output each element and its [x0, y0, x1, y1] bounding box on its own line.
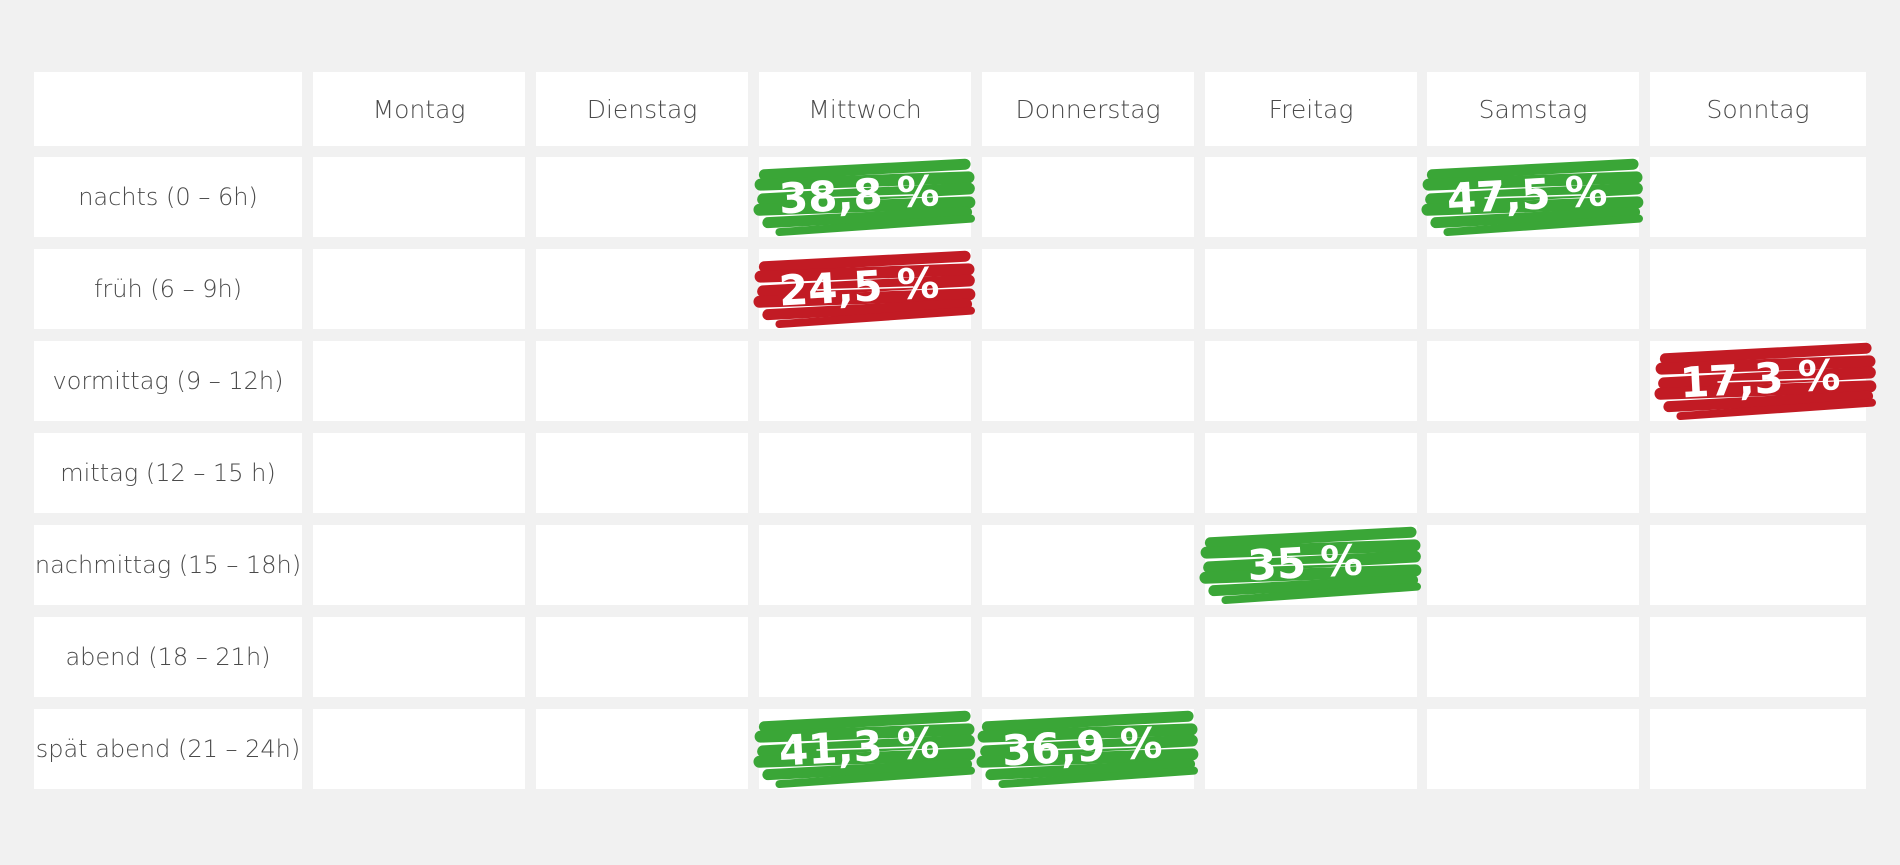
table-cell	[1205, 709, 1417, 789]
table-cell	[1427, 157, 1639, 237]
day-header: Freitag	[1205, 72, 1417, 146]
table-cell	[982, 617, 1194, 697]
table-cell	[313, 617, 525, 697]
table-cell	[536, 249, 748, 329]
day-header: Samstag	[1427, 72, 1639, 146]
table-cell	[1427, 525, 1639, 605]
row-label: nachmittag (15 – 18h)	[34, 525, 302, 605]
table-cell	[759, 709, 971, 789]
table-cell	[982, 525, 1194, 605]
table-cell	[313, 157, 525, 237]
day-header: Montag	[313, 72, 525, 146]
table-cell	[1650, 525, 1866, 605]
table-cell	[1650, 249, 1866, 329]
table-cell	[982, 249, 1194, 329]
day-header: Sonntag	[1650, 72, 1866, 146]
table-cell	[759, 249, 971, 329]
table-cell	[1427, 709, 1639, 789]
day-header: Donnerstag	[982, 72, 1194, 146]
table-cell	[759, 433, 971, 513]
table-cell	[1427, 433, 1639, 513]
table-cell	[536, 617, 748, 697]
table-cell	[536, 709, 748, 789]
table-cell	[759, 157, 971, 237]
table-cell	[1427, 249, 1639, 329]
row-label: mittag (12 – 15 h)	[34, 433, 302, 513]
table-cell	[313, 341, 525, 421]
table-cell	[1650, 617, 1866, 697]
table-cell	[1205, 341, 1417, 421]
table-cell	[536, 433, 748, 513]
table-cell	[1427, 341, 1639, 421]
table-cell	[313, 709, 525, 789]
table-cell	[982, 709, 1194, 789]
table-cell	[1205, 157, 1417, 237]
table-cell	[536, 157, 748, 237]
table-cell	[313, 249, 525, 329]
table-cell	[1205, 617, 1417, 697]
table-cell	[1650, 709, 1866, 789]
table-cell	[1650, 157, 1866, 237]
row-label: abend (18 – 21h)	[34, 617, 302, 697]
table-cell	[1205, 525, 1417, 605]
table-cell	[759, 341, 971, 421]
table-cell	[536, 525, 748, 605]
row-label: spät abend (21 – 24h)	[34, 709, 302, 789]
table-cell	[1427, 617, 1639, 697]
table-cell	[536, 341, 748, 421]
table-cell	[982, 341, 1194, 421]
table-cell	[313, 525, 525, 605]
table-cell	[1650, 433, 1866, 513]
table-cell	[982, 433, 1194, 513]
row-label: nachts (0 – 6h)	[34, 157, 302, 237]
day-header: Mittwoch	[759, 72, 971, 146]
table-cell	[759, 617, 971, 697]
day-header: Dienstag	[536, 72, 748, 146]
table-cell	[759, 525, 971, 605]
row-label: vormittag (9 – 12h)	[34, 341, 302, 421]
row-label: früh (6 – 9h)	[34, 249, 302, 329]
table-cell	[982, 157, 1194, 237]
header-corner-cell	[34, 72, 302, 146]
table-cell	[1205, 249, 1417, 329]
table-cell	[1650, 341, 1866, 421]
table-cell	[313, 433, 525, 513]
table-cell	[1205, 433, 1417, 513]
